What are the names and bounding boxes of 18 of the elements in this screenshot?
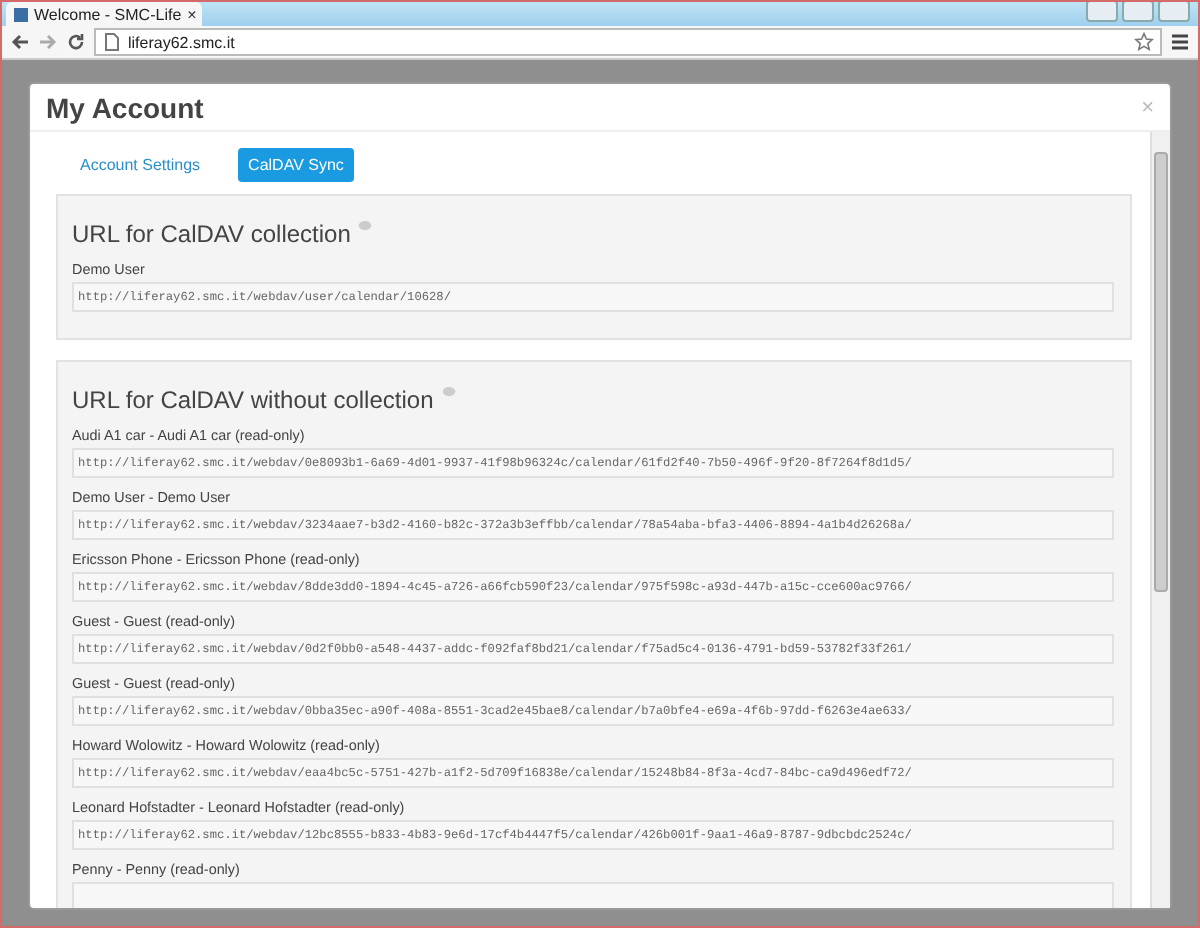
tab[interactable]: CalDAV Sync xyxy=(238,148,354,182)
tab-close-button[interactable]: × xyxy=(187,5,197,23)
url-field[interactable] xyxy=(72,882,1114,908)
scrollbar[interactable] xyxy=(1150,132,1170,908)
browser-tab[interactable]: Welcome - SMC-Life × xyxy=(6,2,202,26)
address-bar[interactable]: liferay62.smc.it xyxy=(94,28,1162,56)
page-icon xyxy=(102,32,122,52)
menu-icon[interactable] xyxy=(1170,32,1190,52)
forward-icon[interactable] xyxy=(38,32,58,52)
tab[interactable]: Account Settings xyxy=(70,148,211,182)
back-icon[interactable] xyxy=(10,32,30,52)
page-icon xyxy=(14,7,28,21)
star-icon[interactable] xyxy=(1134,32,1154,52)
reload-icon[interactable] xyxy=(66,32,86,52)
section-title: URL for CalDAV without collection xyxy=(72,386,434,414)
section-title: URL for CalDAV collection xyxy=(72,220,351,248)
dialog-title: My Account xyxy=(46,91,206,123)
scrollbar-thumb[interactable] xyxy=(1154,152,1168,592)
